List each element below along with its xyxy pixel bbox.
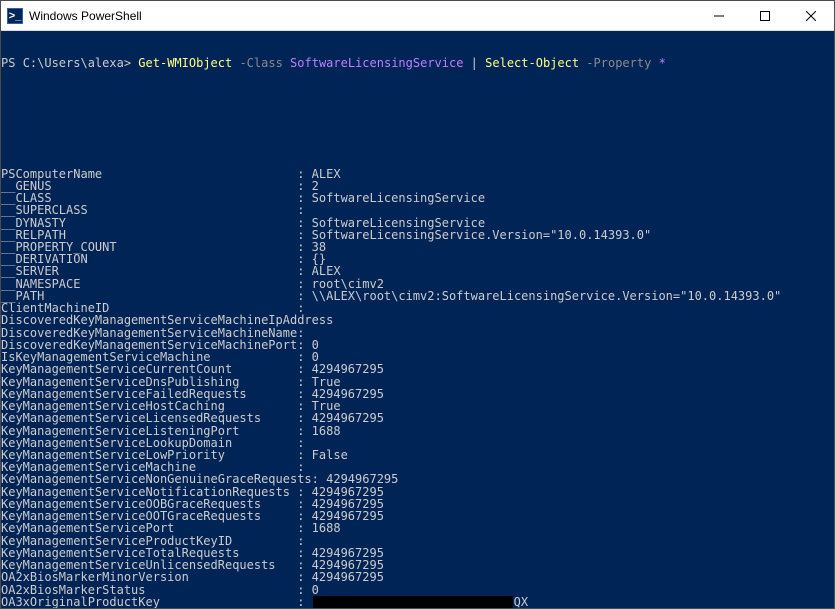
output-key: KeyManagementServicePort xyxy=(1,522,297,534)
output-colon: : xyxy=(297,265,311,277)
output-colon: : xyxy=(297,535,311,547)
output-row: KeyManagementServiceLicensedRequests : 4… xyxy=(1,412,834,424)
output-value: 4294967295 xyxy=(326,473,398,485)
window-titlebar[interactable]: >_ Windows PowerShell xyxy=(1,1,834,31)
blank-line xyxy=(1,94,834,106)
output-value: SoftwareLicensingService xyxy=(312,217,485,229)
pipe-symbol: | xyxy=(471,56,478,70)
prompt-prefix: PS xyxy=(1,56,23,70)
output-row: DiscoveredKeyManagementServiceMachineIpA… xyxy=(1,314,834,326)
output-colon: : xyxy=(297,522,311,534)
output-value: SoftwareLicensingService.Version="10.0.1… xyxy=(312,229,652,241)
output-value: 4294967295 xyxy=(312,363,384,375)
output-block: PSComputerName : ALEX__GENUS : 2__CLASS … xyxy=(1,168,834,608)
output-value: SoftwareLicensingService xyxy=(312,192,485,204)
output-key: PSComputerName xyxy=(1,168,297,180)
close-button[interactable] xyxy=(788,1,834,30)
output-colon: : xyxy=(297,571,311,583)
output-key: KeyManagementServiceLicensedRequests xyxy=(1,412,297,424)
window-title: Windows PowerShell xyxy=(29,9,696,23)
output-key: DiscoveredKeyManagementServiceMachineIpA… xyxy=(1,314,333,326)
cmdlet-1: Get-WMIObject xyxy=(138,56,232,70)
powershell-window: >_ Windows PowerShell PS C:\Users\alexa>… xyxy=(0,0,835,609)
output-value: 0 xyxy=(312,584,319,596)
prompt-path: C:\Users\alexa> xyxy=(23,56,131,70)
output-key: __SUPERCLASS xyxy=(1,204,297,216)
output-value: 4294967295 xyxy=(312,571,384,583)
output-row: __SERVER : ALEX xyxy=(1,265,834,277)
output-key: KeyManagementServiceCurrentCount xyxy=(1,363,297,375)
output-row: __DYNASTY : SoftwareLicensingService xyxy=(1,217,834,229)
output-value: \\ALEX\root\cimv2:SoftwareLicensingServi… xyxy=(312,290,782,302)
output-key: OA2xBiosMarkerStatus xyxy=(1,584,297,596)
terminal-area[interactable]: PS C:\Users\alexa> Get-WMIObject -Class … xyxy=(1,31,834,608)
param-2: -Property xyxy=(586,56,651,70)
output-value: ALEX xyxy=(312,265,341,277)
output-colon: : xyxy=(297,363,311,375)
output-value: 1688 xyxy=(312,425,341,437)
output-row: __SUPERCLASS : xyxy=(1,204,834,216)
output-row: KeyManagementServiceDnsPublishing : True xyxy=(1,376,834,388)
output-colon: : xyxy=(297,425,311,437)
output-value: False xyxy=(312,449,348,461)
output-colon: : xyxy=(297,412,311,424)
maximize-button[interactable] xyxy=(742,1,788,30)
output-key: KeyManagementServiceDnsPublishing xyxy=(1,376,297,388)
output-key: __DYNASTY xyxy=(1,217,297,229)
output-value: QX xyxy=(514,596,528,608)
arg-2: * xyxy=(659,56,666,70)
arg-1: SoftwareLicensingService xyxy=(290,56,463,70)
minimize-button[interactable] xyxy=(696,1,742,30)
output-key: OA2xBiosMarkerMinorVersion xyxy=(1,571,297,583)
window-controls xyxy=(696,1,834,30)
output-colon: : xyxy=(297,584,311,596)
blank-line xyxy=(1,131,834,143)
output-colon: : xyxy=(297,204,311,216)
output-value: 1688 xyxy=(312,522,341,534)
output-key: KeyManagementServiceListeningPort xyxy=(1,425,297,437)
output-row: OA2xBiosMarkerStatus : 0 xyxy=(1,584,834,596)
redacted-block xyxy=(313,596,513,608)
output-key: __SERVER xyxy=(1,265,297,277)
output-colon: : xyxy=(312,473,326,485)
output-value: ALEX xyxy=(312,168,341,180)
powershell-icon: >_ xyxy=(7,8,23,24)
output-key: KeyManagementServiceProductKeyID xyxy=(1,535,297,547)
cmdlet-2: Select-Object xyxy=(485,56,579,70)
param-1: -Class xyxy=(239,56,282,70)
output-value: True xyxy=(312,376,341,388)
prompt-line: PS C:\Users\alexa> Get-WMIObject -Class … xyxy=(1,57,834,69)
output-row: KeyManagementServiceCurrentCount : 42949… xyxy=(1,363,834,375)
output-value: 4294967295 xyxy=(312,412,384,424)
output-row: KeyManagementServiceProductKeyID : xyxy=(1,535,834,547)
output-colon: : xyxy=(297,217,311,229)
output-row: OA2xBiosMarkerMinorVersion : 4294967295 xyxy=(1,571,834,583)
output-row: KeyManagementServicePort : 1688 xyxy=(1,522,834,534)
output-colon: : xyxy=(297,376,311,388)
output-colon: : xyxy=(297,168,311,180)
output-key: KeyManagementServiceNonGenuineGraceReque… xyxy=(1,473,312,485)
output-row: KeyManagementServiceListeningPort : 1688 xyxy=(1,425,834,437)
output-row: PSComputerName : ALEX xyxy=(1,168,834,180)
output-row: KeyManagementServiceNonGenuineGraceReque… xyxy=(1,473,834,485)
